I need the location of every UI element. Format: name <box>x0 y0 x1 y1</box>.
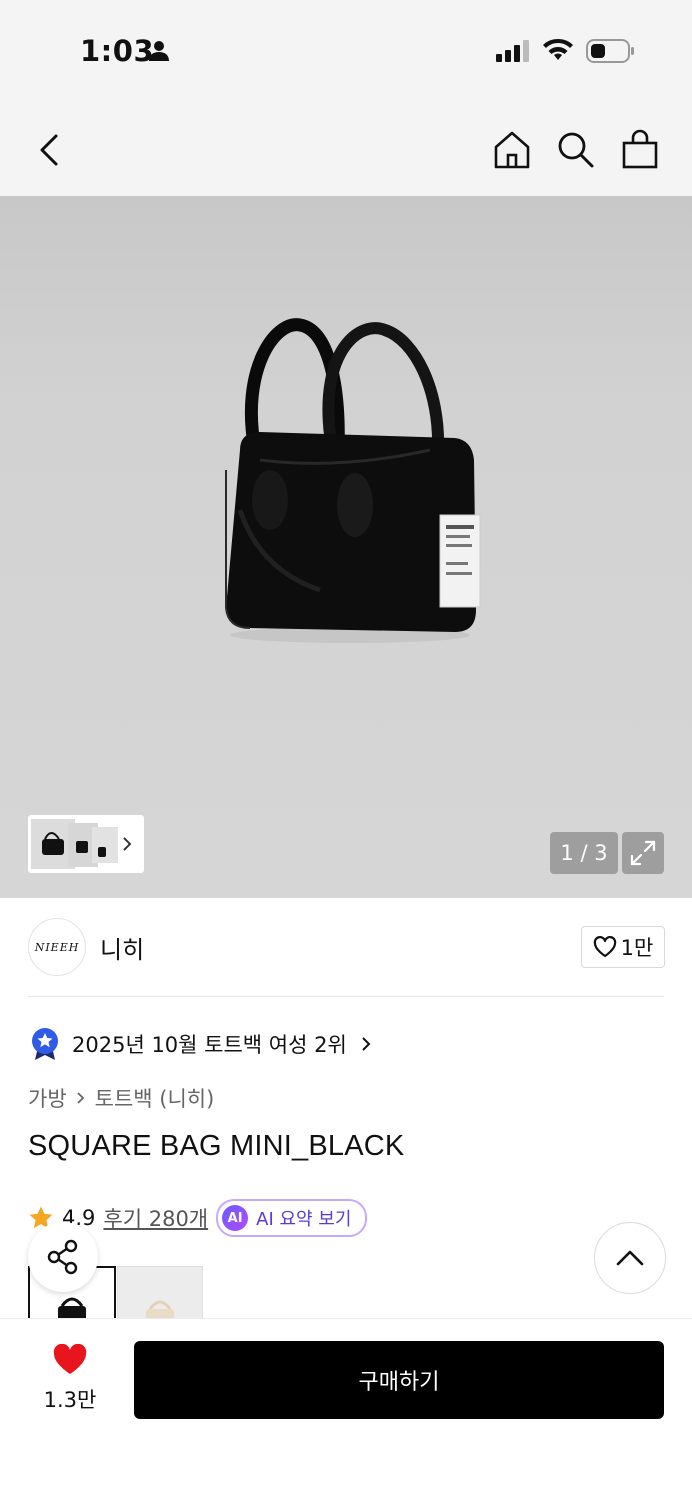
ai-badge-icon: AI <box>222 1205 249 1231</box>
product-title: SQUARE BAG MINI_BLACK <box>28 1130 405 1162</box>
brand-name[interactable]: 니히 <box>100 930 144 965</box>
product-like-count: 1.3만 <box>43 1388 97 1412</box>
battery-icon <box>586 39 636 63</box>
search-button[interactable] <box>554 128 598 172</box>
ranking-text: 2025년 10월 토트백 여성 2위 <box>72 1033 347 1057</box>
heart-outline-icon <box>593 936 616 958</box>
ai-summary-label: AI 요약 보기 <box>256 1209 352 1230</box>
expand-icon <box>630 840 656 866</box>
status-time: 1:03 <box>80 34 155 68</box>
review-count-link[interactable]: 후기 280개 <box>103 1203 208 1233</box>
chevron-right-icon <box>77 1092 84 1104</box>
product-image[interactable] <box>200 310 500 650</box>
ranking-link[interactable]: 2025년 10월 토트백 여성 2위 <box>30 1026 373 1062</box>
breadcrumb: 가방 토트백 (니히) <box>28 1083 214 1113</box>
share-icon <box>47 1239 78 1275</box>
expand-button[interactable] <box>622 832 664 874</box>
divider <box>28 996 664 997</box>
shopping-bag-icon <box>622 129 658 169</box>
cart-button[interactable] <box>618 128 662 172</box>
brand-logo[interactable]: NIEEH <box>28 918 86 976</box>
wifi-icon <box>542 38 574 62</box>
chevron-up-icon <box>616 1250 644 1266</box>
brand-like-count: 1만 <box>620 936 654 960</box>
home-button[interactable] <box>490 128 534 172</box>
ai-summary-button[interactable]: AI AI 요약 보기 <box>216 1199 368 1237</box>
page-counter: 1 / 3 <box>550 832 618 874</box>
brand-like-button[interactable]: 1만 <box>581 926 665 968</box>
breadcrumb-category[interactable]: 가방 <box>28 1083 67 1113</box>
buy-button[interactable]: 구매하기 <box>134 1341 664 1419</box>
scroll-top-button[interactable] <box>594 1222 666 1294</box>
ranking-badge-icon <box>32 1028 58 1060</box>
heart-filled-icon <box>53 1344 87 1374</box>
breadcrumb-subcategory[interactable]: 토트백 (니히) <box>95 1083 215 1113</box>
chevron-right-icon <box>362 1037 371 1051</box>
home-icon <box>494 131 530 169</box>
search-icon <box>558 132 594 168</box>
person-icon <box>148 40 170 62</box>
signal-icon <box>496 40 532 62</box>
back-button[interactable] <box>30 128 70 172</box>
product-like-button[interactable]: 1.3만 <box>28 1344 112 1414</box>
gallery-thumbnail-strip[interactable] <box>28 815 144 873</box>
share-button[interactable] <box>28 1222 98 1292</box>
chevron-left-icon <box>40 134 58 166</box>
